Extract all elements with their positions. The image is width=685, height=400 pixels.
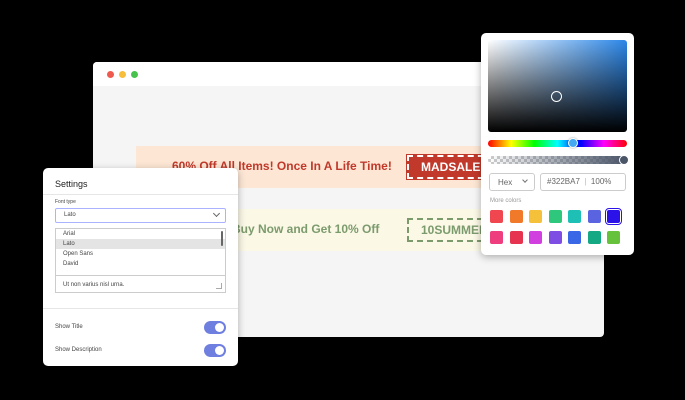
- font-type-value: Lato: [64, 212, 76, 218]
- banner-second-text: Buy Now and Get 10% Off: [232, 222, 380, 236]
- more-colors-label: More colors: [490, 198, 522, 204]
- chevron-down-icon: [212, 209, 221, 218]
- color-swatch[interactable]: [529, 210, 542, 223]
- color-swatch[interactable]: [568, 231, 581, 244]
- show-description-toggle[interactable]: [204, 344, 226, 357]
- opacity-value: 100%: [590, 177, 612, 186]
- color-mode-value: Hex: [498, 178, 513, 187]
- show-title-label: Show Title: [55, 324, 83, 330]
- close-dot-icon[interactable]: [107, 71, 114, 78]
- font-option-lato[interactable]: Lato: [56, 239, 225, 249]
- toggle-knob: [215, 346, 224, 355]
- textarea-value: Ut non varius nisl urna.: [63, 282, 125, 288]
- coupon-code-second[interactable]: 10SUMMER: [407, 218, 483, 242]
- color-swatch[interactable]: [509, 231, 523, 244]
- chevron-down-icon: [522, 177, 528, 183]
- description-textarea[interactable]: Ut non varius nisl urna.: [55, 275, 226, 293]
- alpha-slider-handle[interactable]: [619, 155, 629, 165]
- color-cursor[interactable]: [551, 91, 562, 102]
- minimize-dot-icon[interactable]: [119, 71, 126, 78]
- hex-input[interactable]: #322BA7 | 100%: [540, 173, 626, 191]
- font-option-open-sans[interactable]: Open Sans: [56, 249, 225, 259]
- hue-slider[interactable]: [488, 138, 627, 148]
- color-swatch[interactable]: [548, 231, 562, 244]
- color-swatch[interactable]: [607, 231, 620, 244]
- show-title-row: Show Title: [55, 321, 226, 335]
- color-swatch[interactable]: [529, 231, 542, 244]
- show-description-label: Show Description: [55, 347, 102, 353]
- color-swatch[interactable]: [490, 210, 503, 223]
- color-swatch[interactable]: [490, 231, 503, 244]
- toggle-knob: [215, 323, 224, 332]
- show-description-row: Show Description: [55, 344, 226, 358]
- color-swatch[interactable]: [587, 210, 601, 223]
- color-swatch[interactable]: [548, 210, 562, 223]
- settings-panel: Settings Font type Lato Arial Lato Open …: [43, 168, 238, 366]
- stage: 60% Off All Items! Once In A Life Time! …: [0, 0, 685, 400]
- color-swatch[interactable]: [509, 210, 523, 223]
- settings-title: Settings: [55, 179, 88, 189]
- maximize-dot-icon[interactable]: [131, 71, 138, 78]
- divider: [43, 308, 238, 309]
- color-mode-select[interactable]: Hex: [489, 173, 535, 191]
- hue-slider-handle[interactable]: [568, 138, 578, 148]
- resize-handle-icon[interactable]: [216, 283, 222, 289]
- saturation-value-area[interactable]: [488, 40, 627, 132]
- font-options-list: Arial Lato Open Sans David: [55, 228, 226, 275]
- color-swatch[interactable]: [605, 208, 622, 225]
- font-option-arial[interactable]: Arial: [56, 229, 225, 239]
- hex-value: #322BA7: [547, 177, 580, 186]
- color-picker-panel: Hex #322BA7 | 100% More colors: [481, 33, 634, 255]
- show-title-toggle[interactable]: [204, 321, 226, 334]
- color-swatch[interactable]: [568, 210, 581, 223]
- font-option-david[interactable]: David: [56, 259, 225, 269]
- scrollbar-thumb[interactable]: [221, 231, 223, 246]
- divider: [43, 194, 238, 195]
- color-swatch[interactable]: [587, 231, 601, 244]
- alpha-slider[interactable]: [488, 155, 629, 165]
- separator: |: [582, 177, 589, 186]
- font-type-label: Font type: [55, 199, 76, 205]
- font-type-select[interactable]: Lato: [55, 208, 226, 223]
